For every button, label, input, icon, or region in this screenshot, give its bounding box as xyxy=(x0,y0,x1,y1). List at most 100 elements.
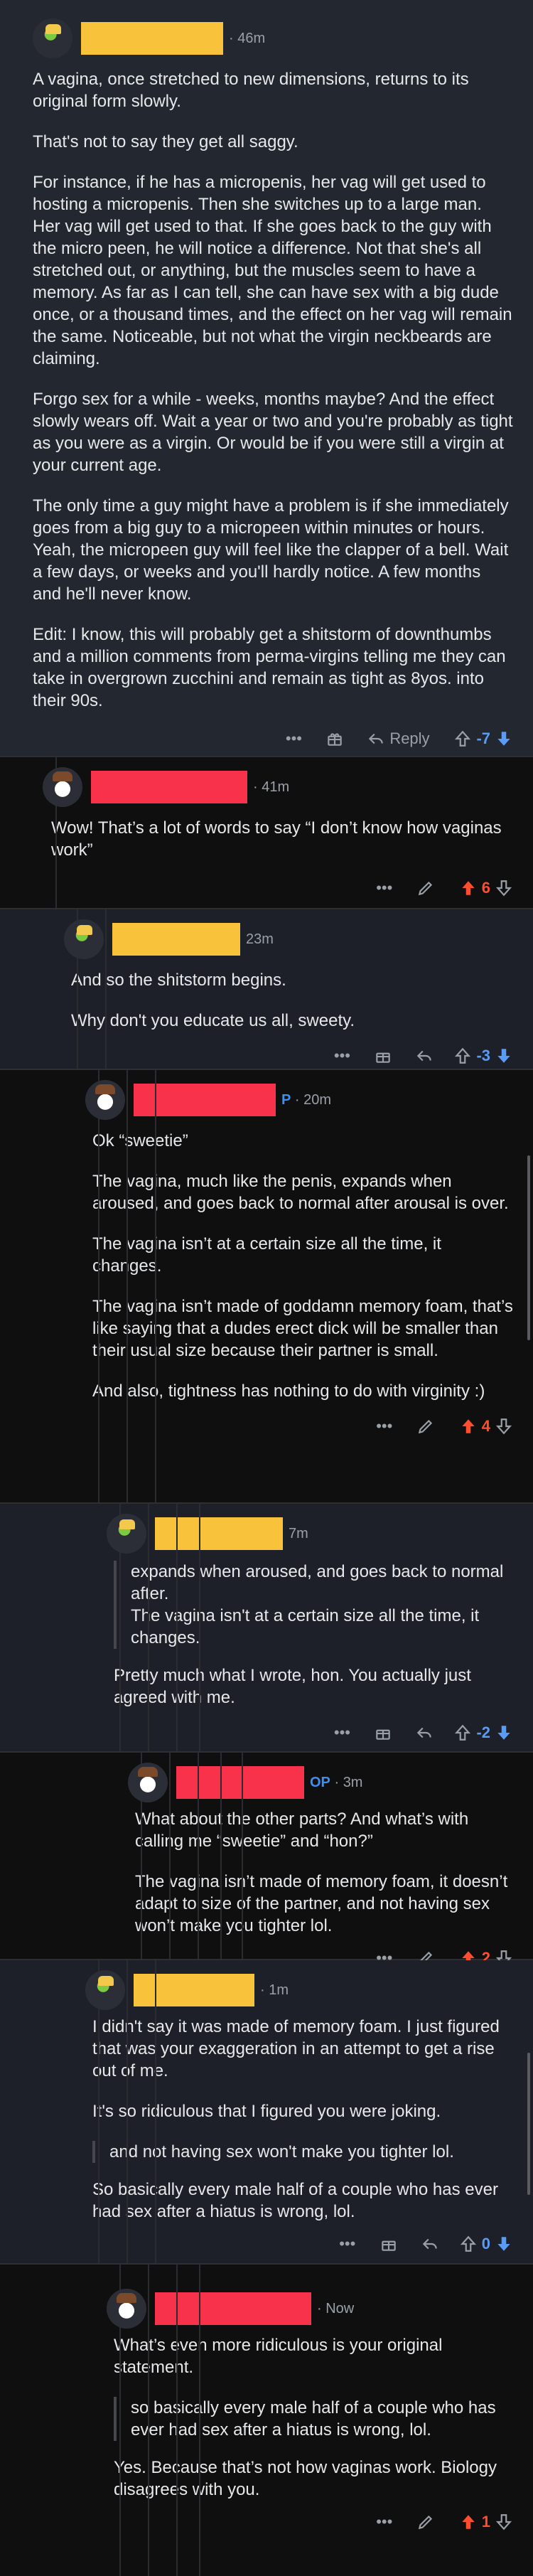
more-options-icon[interactable]: ••• xyxy=(364,879,405,897)
upvote-icon[interactable] xyxy=(453,1723,472,1742)
redacted-username[interactable] xyxy=(155,1517,283,1550)
reply-button[interactable] xyxy=(409,2235,451,2253)
comment-actions: ••• Reply -7 xyxy=(33,720,513,757)
more-options-icon[interactable]: ••• xyxy=(273,729,314,748)
timestamp: OP · 3m xyxy=(310,1774,363,1790)
comment-text: A vagina, once stretched to new dimensio… xyxy=(33,70,469,111)
upvote-icon[interactable] xyxy=(459,2513,478,2531)
comment: · Now What’s even more ridiculous is you… xyxy=(0,2265,533,2576)
comment-header: · Now xyxy=(107,2286,513,2331)
avatar[interactable] xyxy=(64,919,104,959)
timestamp: · 1m xyxy=(260,1982,289,1998)
vote-control: -7 xyxy=(453,729,513,748)
downvote-icon[interactable] xyxy=(495,879,513,897)
comment: P · 20m Ok “sweetie” The vagina, much li… xyxy=(0,1070,533,1504)
award-icon[interactable] xyxy=(314,729,355,748)
vote-control: -3 xyxy=(453,1047,513,1065)
comment-body: And so the shitstorm begins. Why don't y… xyxy=(64,969,513,1032)
comment-header: OP · 3m xyxy=(128,1760,513,1805)
comment-actions: ••• -3 xyxy=(64,1037,513,1074)
comment-header: · 46m xyxy=(33,16,513,61)
comment-text: What’s even more ridiculous is your orig… xyxy=(114,2336,443,2377)
comment: · 46m A vagina, once stretched to new di… xyxy=(0,0,533,757)
comment-text: For instance, if he has a micropenis, he… xyxy=(33,173,512,368)
comment-text: Yes. Because that’s not how vaginas work… xyxy=(114,2458,497,2499)
more-options-icon[interactable]: ••• xyxy=(364,1417,405,1436)
avatar[interactable] xyxy=(128,1763,168,1802)
award-icon[interactable] xyxy=(362,1047,404,1065)
upvote-icon[interactable] xyxy=(453,729,472,748)
upvote-icon[interactable] xyxy=(459,2235,478,2253)
award-icon[interactable] xyxy=(362,1723,404,1742)
avatar[interactable] xyxy=(107,2289,146,2329)
comment-header: 7m xyxy=(107,1511,513,1556)
vote-score: 0 xyxy=(481,2235,490,2252)
upvote-icon[interactable] xyxy=(459,879,478,897)
avatar[interactable] xyxy=(85,1080,125,1120)
redacted-username[interactable] xyxy=(134,1974,254,2006)
comment-body: A vagina, once stretched to new dimensio… xyxy=(33,68,513,712)
comment-body: What’s even more ridiculous is your orig… xyxy=(107,2334,513,2501)
downvote-icon[interactable] xyxy=(495,2235,513,2253)
comment-body: What about the other parts? And what’s w… xyxy=(128,1808,513,1937)
vote-score: 4 xyxy=(481,1417,490,1435)
comment-body: expands when aroused, and goes back to n… xyxy=(107,1561,513,1709)
comment-text: Why don't you educate us all, sweety. xyxy=(71,1011,355,1030)
reply-button[interactable]: Reply xyxy=(355,729,441,748)
downvote-icon[interactable] xyxy=(495,2513,513,2531)
avatar[interactable] xyxy=(85,1970,125,2010)
edit-icon[interactable] xyxy=(405,2513,446,2531)
edit-icon[interactable] xyxy=(405,1417,446,1436)
comment-text: Edit: I know, this will probably get a s… xyxy=(33,625,506,710)
comment: · 1m I didn't say it was made of memory … xyxy=(0,1960,533,2265)
comment-thread: · 46m A vagina, once stretched to new di… xyxy=(0,0,533,2576)
more-options-icon[interactable]: ••• xyxy=(321,1047,362,1065)
downvote-icon[interactable] xyxy=(495,1417,513,1436)
redacted-username[interactable] xyxy=(112,923,240,956)
comment-body: Ok “sweetie” The vagina, much like the p… xyxy=(85,1130,513,1402)
reply-button[interactable] xyxy=(404,1723,445,1742)
avatar[interactable] xyxy=(107,1514,146,1554)
comment-text: The vagina isn’t made of memory foam, it… xyxy=(135,1872,508,1935)
more-options-icon[interactable]: ••• xyxy=(321,1723,362,1742)
comment-text: What about the other parts? And what’s w… xyxy=(135,1810,469,1851)
scrollbar[interactable] xyxy=(527,2053,530,2195)
comment: OP · 3m What about the other parts? And … xyxy=(0,1753,533,1967)
vote-control: 0 xyxy=(459,2235,513,2253)
downvote-icon[interactable] xyxy=(495,1723,513,1742)
scrollbar[interactable] xyxy=(527,1155,530,1340)
vote-score: -3 xyxy=(476,1047,490,1064)
more-options-icon[interactable]: ••• xyxy=(364,2513,405,2531)
vote-score: -7 xyxy=(476,729,490,747)
vote-control: 4 xyxy=(459,1417,513,1436)
downvote-icon[interactable] xyxy=(495,729,513,748)
reply-button[interactable] xyxy=(404,1047,445,1065)
downvote-icon[interactable] xyxy=(495,1047,513,1065)
comment-text: The only time a guy might have a problem… xyxy=(33,496,509,604)
timestamp: 7m xyxy=(289,1525,308,1541)
quoted-text: expands when aroused, and goes back to n… xyxy=(114,1561,513,1649)
redacted-username[interactable] xyxy=(81,22,223,55)
avatar[interactable] xyxy=(43,767,82,807)
upvote-icon[interactable] xyxy=(453,1047,472,1065)
comment-actions: ••• 1 xyxy=(107,2503,513,2540)
timestamp: P · 20m xyxy=(281,1091,332,1108)
op-badge: OP xyxy=(310,1774,330,1790)
upvote-icon[interactable] xyxy=(459,1417,478,1436)
comment-text: And so the shitstorm begins. xyxy=(71,971,286,990)
vote-score: 1 xyxy=(481,2513,490,2530)
redacted-username[interactable] xyxy=(91,771,247,803)
comment-text: That's not to say they get all saggy. xyxy=(33,132,298,151)
vote-control: 6 xyxy=(459,879,513,897)
more-options-icon[interactable]: ••• xyxy=(327,2235,368,2253)
comment-actions: ••• 4 xyxy=(85,1408,513,1445)
timestamp: 23m xyxy=(246,931,274,947)
edit-icon[interactable] xyxy=(405,879,446,897)
comment-text: Wow! That’s a lot of words to say “I don… xyxy=(51,818,502,860)
redacted-username[interactable] xyxy=(155,2292,311,2325)
redacted-username[interactable] xyxy=(176,1766,304,1799)
avatar[interactable] xyxy=(33,18,72,58)
comment-header: 23m xyxy=(64,916,513,962)
vote-score: 6 xyxy=(481,879,490,897)
award-icon[interactable] xyxy=(368,2235,409,2253)
